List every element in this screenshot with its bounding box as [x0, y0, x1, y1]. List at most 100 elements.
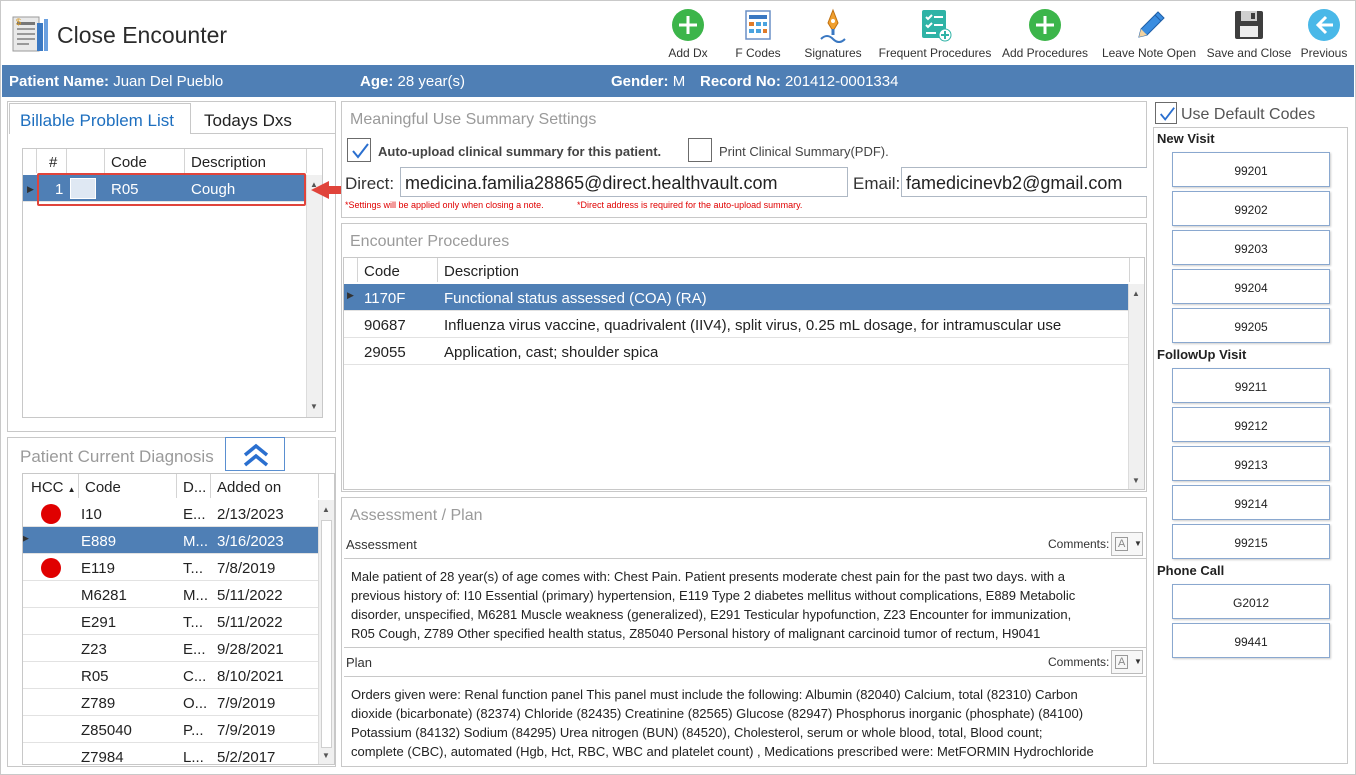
- procedure-row[interactable]: 29055 Application, cast; shoulder spica: [344, 338, 1129, 365]
- assessment-lines: Male patient of 28 year(s) of age comes …: [351, 567, 1143, 643]
- plan-line: Orders given were: Renal function panel …: [351, 687, 1078, 702]
- direct-required-note: *Direct address is required for the auto…: [577, 200, 803, 210]
- frequent-procedures-button[interactable]: Frequent Procedures: [877, 7, 993, 61]
- cpt-code-button[interactable]: 99205: [1172, 308, 1330, 343]
- diagnosis-row[interactable]: M6281 M... 5/11/2022: [23, 581, 319, 608]
- current-diagnosis-grid: HCC ▲ Code D... Added on I10 E... 2/13/202…: [22, 473, 335, 765]
- checkmark-icon: [352, 143, 369, 159]
- diagnosis-row[interactable]: ▶ E889 M... 3/16/2023: [23, 527, 319, 554]
- grid-header-number: #: [37, 149, 67, 173]
- cpt-code-button[interactable]: 99202: [1172, 191, 1330, 226]
- assessment-line: previous history of: I10 Essential (prim…: [351, 588, 1076, 603]
- tab-billable-problem-list[interactable]: Billable Problem List: [9, 103, 191, 134]
- cpt-code-button[interactable]: 99212: [1172, 407, 1330, 442]
- scroll-up-icon[interactable]: ▲: [1132, 289, 1140, 298]
- diagnosis-row[interactable]: I10 E... 2/13/2023: [23, 500, 319, 527]
- print-summary-checkbox[interactable]: [688, 138, 712, 162]
- leave-note-open-button[interactable]: Leave Note Open: [1099, 7, 1199, 61]
- assessment-text[interactable]: Male patient of 28 year(s) of age comes …: [344, 558, 1146, 648]
- diagnosis-code: R05: [81, 668, 109, 685]
- cpt-code-button[interactable]: 99201: [1172, 152, 1330, 187]
- f-codes-button[interactable]: F Codes: [729, 7, 787, 61]
- grid-header-added-on: Added on: [211, 474, 319, 498]
- diagnosis-scrollbar[interactable]: ▲ ▼: [318, 500, 334, 764]
- grid-header-code: Code: [105, 149, 185, 173]
- problem-list-scrollbar[interactable]: ▲ ▼: [306, 175, 322, 417]
- diagnosis-row[interactable]: R05 C... 8/10/2021: [23, 662, 319, 689]
- procedure-code: 29055: [364, 344, 406, 361]
- procedure-row[interactable]: 90687 Influenza virus vaccine, quadrivale…: [344, 311, 1129, 338]
- cpt-code-button[interactable]: 99204: [1172, 269, 1330, 304]
- procedures-grid: Code Description ▶ 1170F Functional status…: [343, 257, 1145, 490]
- add-circle-icon: [672, 9, 704, 41]
- diagnosis-description: T...: [183, 614, 204, 631]
- assessment-line: Male patient of 28 year(s) of age comes …: [351, 569, 1065, 584]
- diagnosis-description: E...: [183, 641, 206, 658]
- diagnosis-row[interactable]: Z7984 L... 5/2/2017: [23, 743, 319, 765]
- add-dx-button[interactable]: Add Dx: [661, 7, 715, 61]
- diagnosis-row[interactable]: Z789 O... 7/9/2019: [23, 689, 319, 716]
- cpt-code-button[interactable]: G2012: [1172, 584, 1330, 619]
- diagnosis-description: O...: [183, 695, 208, 712]
- row-pointer-icon: ▶: [22, 533, 29, 543]
- auto-upload-checkbox[interactable]: [347, 138, 371, 162]
- grid-header-indicator: [23, 149, 37, 173]
- procedure-row[interactable]: ▶ 1170F Functional status assessed (COA) (…: [344, 284, 1129, 311]
- code-group-label: Phone Call: [1157, 563, 1225, 578]
- toolbar-label: Signatures: [804, 46, 862, 60]
- tab-label: Todays Dxs: [204, 111, 292, 130]
- diagnosis-code: Z23: [81, 641, 107, 658]
- settings-note: *Settings will be applied only when clos…: [345, 200, 544, 210]
- email-input[interactable]: famedicinevb2@gmail.com: [901, 167, 1147, 197]
- diagnosis-description: L...: [183, 749, 204, 765]
- plan-text[interactable]: Orders given were: Renal function panel …: [344, 676, 1146, 765]
- diagnosis-description: M...: [183, 587, 208, 604]
- direct-address-input[interactable]: medicina.familia28865@direct.healthvault…: [400, 167, 848, 197]
- scroll-down-icon[interactable]: ▼: [1132, 476, 1140, 485]
- diagnosis-description: P...: [183, 722, 204, 739]
- collapse-button[interactable]: [225, 437, 285, 471]
- diagnosis-description: M...: [183, 533, 208, 550]
- procedures-scrollbar[interactable]: ▲ ▼: [1128, 284, 1144, 489]
- grid-header-description: D...: [177, 474, 211, 498]
- save-and-close-button[interactable]: Save and Close: [1205, 7, 1293, 61]
- cpt-code-button[interactable]: 99214: [1172, 485, 1330, 520]
- hcc-flag-icon: [41, 558, 61, 578]
- diagnosis-added-on: 5/11/2022: [217, 614, 283, 631]
- cpt-code-button[interactable]: 99211: [1172, 368, 1330, 403]
- tab-todays-dxs[interactable]: Todays Dxs: [191, 104, 335, 134]
- diagnosis-row[interactable]: E291 T... 5/11/2022: [23, 608, 319, 635]
- text-format-icon: A: [1115, 655, 1129, 669]
- scroll-down-icon[interactable]: ▼: [310, 402, 318, 411]
- cpt-code-button[interactable]: 99213: [1172, 446, 1330, 481]
- cpt-code-button[interactable]: 99215: [1172, 524, 1330, 559]
- back-arrow-icon: [1308, 9, 1340, 41]
- assessment-comments-dropdown[interactable]: A ▼: [1111, 532, 1143, 556]
- grid-header-hcc[interactable]: HCC ▲: [25, 474, 79, 498]
- procedure-description: Influenza virus vaccine, quadrivalent (I…: [444, 317, 1062, 334]
- diagnosis-row[interactable]: Z85040 P... 7/9/2019: [23, 716, 319, 743]
- assessment-line: R05 Cough, Z789 Other specified health s…: [351, 626, 1041, 641]
- plan-comments-dropdown[interactable]: A ▼: [1111, 650, 1143, 674]
- assessment-plan-title: Assessment / Plan: [350, 507, 483, 524]
- scroll-thumb[interactable]: [321, 520, 332, 748]
- diagnosis-row[interactable]: E119 T... 7/8/2019: [23, 554, 319, 581]
- cpt-code-button[interactable]: 99441: [1172, 623, 1330, 658]
- code-group-label: New Visit: [1157, 131, 1215, 146]
- patient-record-label: Record No:: [700, 73, 781, 90]
- diagnosis-row[interactable]: Z23 E... 9/28/2021: [23, 635, 319, 662]
- hcc-header-label: HCC: [31, 479, 64, 496]
- previous-button[interactable]: Previous: [1297, 7, 1351, 61]
- use-default-codes-checkbox[interactable]: [1155, 102, 1177, 124]
- toolbar-label: Leave Note Open: [1101, 46, 1197, 60]
- scroll-up-icon[interactable]: ▲: [322, 505, 330, 514]
- plan-lines: Orders given were: Renal function panel …: [351, 685, 1143, 761]
- diagnosis-description: C...: [183, 668, 207, 685]
- diagnosis-code: E119: [81, 560, 115, 577]
- cpt-code-button[interactable]: 99203: [1172, 230, 1330, 265]
- add-procedures-button[interactable]: Add Procedures: [999, 7, 1091, 61]
- signatures-button[interactable]: Signatures: [801, 7, 865, 61]
- diagnosis-added-on: 7/8/2019: [217, 560, 276, 577]
- scroll-down-icon[interactable]: ▼: [322, 751, 330, 760]
- svg-text:$: $: [16, 17, 21, 27]
